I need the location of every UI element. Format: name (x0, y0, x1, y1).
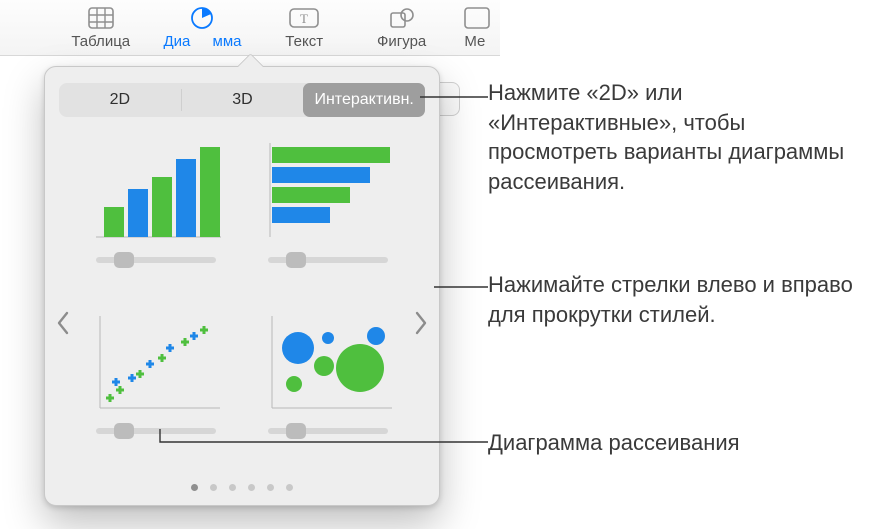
scatter-chart-thumb[interactable] (85, 308, 227, 457)
column-chart-thumb[interactable] (85, 137, 227, 286)
toolbar-item-text[interactable]: T Текст (269, 5, 338, 50)
page-dot[interactable] (210, 484, 217, 491)
chart-picker-popover: 2D 3D Интерактивн. (44, 66, 440, 506)
textbox-icon: T (289, 5, 319, 31)
callout-tabs: Нажмите «2D» или «Интерактивные», чтобы … (488, 78, 868, 197)
page-dot[interactable] (191, 484, 198, 491)
clipped-control (440, 82, 460, 116)
segment-label: Интерактивн. (314, 91, 413, 109)
prev-style-arrow[interactable] (49, 303, 77, 343)
shape-icon (389, 5, 415, 31)
toolbar-label: Ме (464, 33, 485, 50)
media-icon (464, 5, 490, 31)
page-dot[interactable] (286, 484, 293, 491)
toolbar-label: Фигура (377, 33, 426, 50)
bar-chart-thumb[interactable] (257, 137, 399, 286)
callout-scatter: Диаграмма рассеивания (488, 428, 868, 458)
style-slider[interactable] (268, 428, 388, 434)
table-icon (88, 5, 114, 31)
next-style-arrow[interactable] (407, 303, 435, 343)
page-dot[interactable] (248, 484, 255, 491)
segment-2d[interactable]: 2D (59, 83, 181, 117)
style-slider[interactable] (96, 428, 216, 434)
chart-thumb-grid (85, 137, 399, 457)
toolbar-label: Текст (285, 33, 323, 50)
chart-type-segmented: 2D 3D Интерактивн. (59, 83, 425, 117)
page-dots[interactable] (45, 484, 439, 491)
segment-3d[interactable]: 3D (182, 83, 304, 117)
toolbar: Таблица Диаграмма T Текст Фигура Ме (0, 0, 500, 56)
bubble-chart-thumb[interactable] (257, 308, 399, 457)
chevron-left-icon (56, 311, 70, 335)
style-slider[interactable] (268, 257, 388, 263)
svg-text:T: T (300, 11, 308, 26)
style-slider[interactable] (96, 257, 216, 263)
segment-label: 2D (110, 91, 130, 109)
toolbar-label: Диаграмма (163, 33, 241, 50)
segment-interactive[interactable]: Интерактивн. (303, 83, 425, 117)
pie-chart-icon (190, 5, 214, 31)
page-dot[interactable] (229, 484, 236, 491)
toolbar-item-chart[interactable]: Диаграмма (163, 5, 241, 50)
callout-arrows: Нажимайте стрелки влево и вправо для про… (488, 270, 868, 329)
toolbar-item-media-clipped[interactable]: Ме (464, 5, 500, 50)
page-dot[interactable] (267, 484, 274, 491)
toolbar-label: Таблица (71, 33, 130, 50)
toolbar-item-shape[interactable]: Фигура (367, 5, 436, 50)
toolbar-item-table[interactable]: Таблица (66, 5, 135, 50)
chevron-right-icon (414, 311, 428, 335)
segment-label: 3D (232, 91, 252, 109)
